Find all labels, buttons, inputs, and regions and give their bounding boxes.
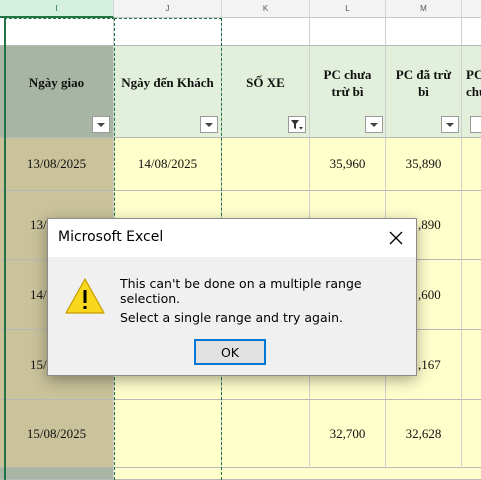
cell-empty[interactable] — [310, 18, 386, 46]
cell-next[interactable] — [462, 138, 481, 191]
active-selection-edge — [4, 18, 6, 480]
cell-empty[interactable] — [386, 18, 462, 46]
chevron-down-icon — [205, 122, 213, 127]
cell-pc-da[interactable]: 32,628 — [386, 400, 462, 468]
cell-empty[interactable] — [0, 18, 114, 46]
cell-empty[interactable] — [114, 18, 222, 46]
column-header-n[interactable] — [462, 0, 481, 18]
cell-ngay-giao[interactable] — [0, 468, 114, 480]
filter-dropdown-button[interactable] — [470, 116, 481, 133]
ok-button[interactable]: OK — [194, 339, 266, 365]
cell-empty[interactable] — [222, 18, 310, 46]
column-header-l[interactable]: L — [310, 0, 386, 18]
header-label: Ngày giao — [28, 75, 85, 90]
warning-icon — [64, 277, 106, 320]
column-header-j[interactable]: J — [114, 0, 222, 18]
cell-pc-chua[interactable]: 35,960 — [310, 138, 386, 191]
chevron-down-icon — [97, 122, 105, 127]
dialog-message: This can't be done on a multiple range s… — [120, 276, 362, 306]
close-icon — [389, 231, 403, 245]
cell-so-xe[interactable] — [222, 138, 310, 191]
chevron-down-icon — [370, 122, 378, 127]
column-header-i[interactable]: I — [0, 0, 114, 18]
chevron-down-icon — [446, 122, 454, 127]
cell-ngay-giao[interactable]: 15/08/2025 — [0, 400, 114, 468]
cell-next[interactable] — [462, 400, 481, 468]
cell-next[interactable] — [462, 191, 481, 260]
cell-pc-da[interactable]: 35,890 — [386, 138, 462, 191]
filter-active-button[interactable] — [288, 116, 306, 133]
header-label: trừ bì — [331, 83, 364, 99]
cell-next[interactable] — [462, 330, 481, 400]
error-dialog: Microsoft Excel This can't be done on a … — [47, 218, 417, 376]
cell-ngay-giao[interactable]: 13/08/2025 — [0, 138, 114, 191]
header-label: PC đã trừ — [395, 66, 452, 82]
filter-dropdown-button[interactable] — [200, 116, 218, 133]
cell-row-partial[interactable] — [114, 468, 481, 480]
filter-dropdown-button[interactable] — [92, 116, 110, 133]
dialog-titlebar[interactable]: Microsoft Excel — [48, 219, 416, 257]
header-label: Ngày đến Khách — [121, 75, 214, 90]
column-header-m[interactable]: M — [386, 0, 462, 18]
header-label: PC chưa — [323, 66, 372, 82]
column-header-k[interactable]: K — [222, 0, 310, 18]
cell-next[interactable] — [462, 260, 481, 330]
filter-dropdown-button[interactable] — [441, 116, 459, 133]
cell-empty[interactable] — [462, 18, 481, 46]
cell-so-xe[interactable] — [222, 400, 310, 468]
filter-dropdown-button[interactable] — [365, 116, 383, 133]
header-label: chư — [466, 83, 481, 99]
dialog-message: Select a single range and try again. — [120, 310, 343, 325]
dialog-title: Microsoft Excel — [58, 229, 164, 245]
header-label: SỐ XE — [246, 75, 285, 90]
cell-ngay-den[interactable] — [114, 400, 222, 468]
cell-pc-chua[interactable]: 32,700 — [310, 400, 386, 468]
close-button[interactable] — [382, 225, 410, 251]
filter-funnel-icon — [291, 119, 303, 129]
header-label: bì — [418, 83, 429, 99]
header-label: PC — [466, 66, 481, 82]
cell-ngay-den[interactable]: 14/08/2025 — [114, 138, 222, 191]
